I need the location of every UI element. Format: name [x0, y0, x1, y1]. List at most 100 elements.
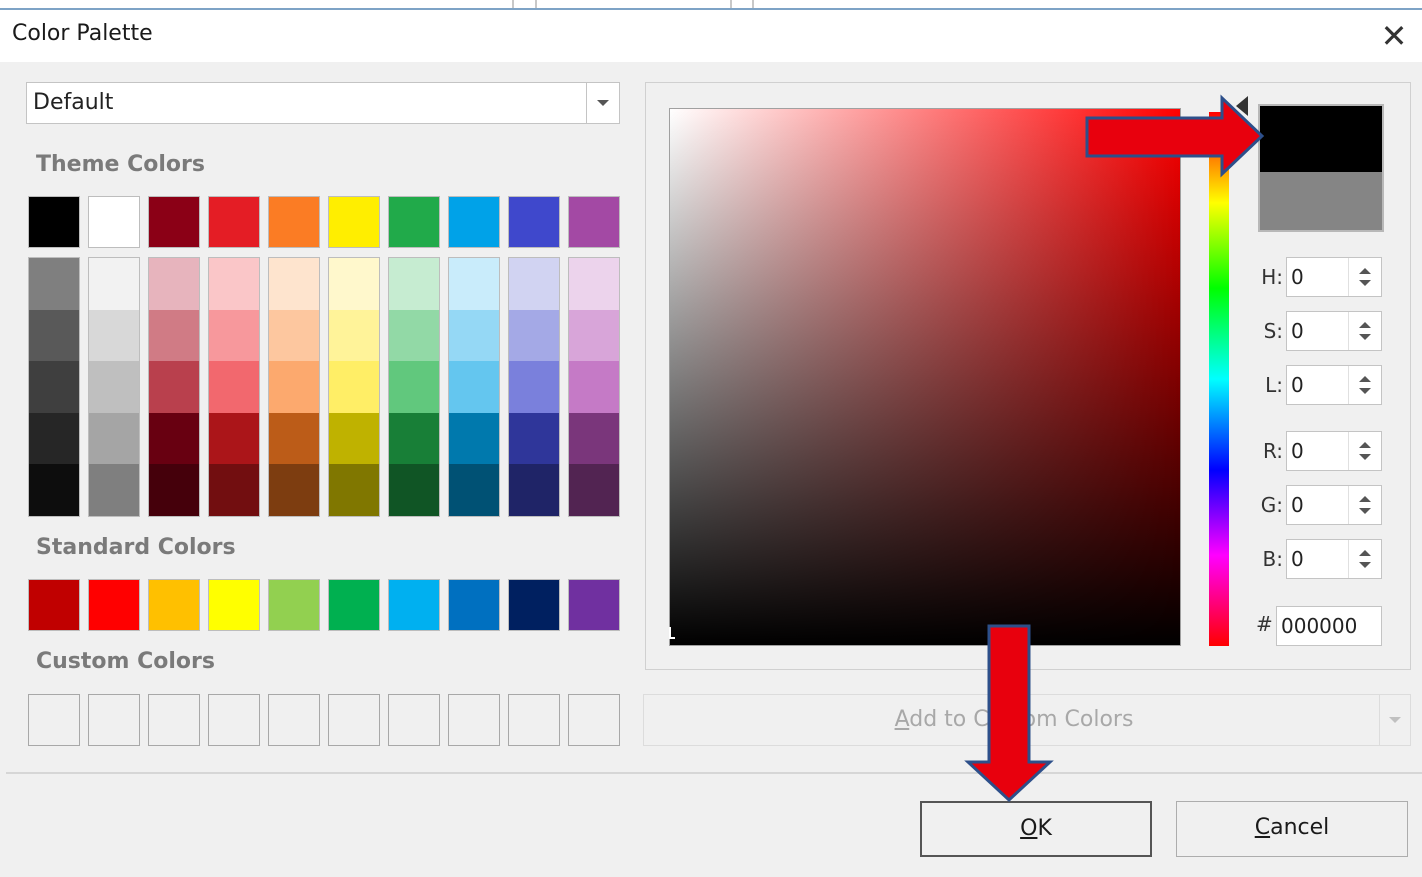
spin-down-icon[interactable] — [1359, 508, 1371, 514]
theme-color-swatch[interactable] — [388, 196, 440, 248]
standard-color-swatch[interactable] — [268, 579, 320, 631]
standard-color-swatch[interactable] — [28, 579, 80, 631]
spinner-arrows-icon[interactable] — [1348, 540, 1381, 578]
custom-color-slot[interactable] — [328, 694, 380, 746]
spin-up-icon[interactable] — [1359, 376, 1371, 382]
theme-shade-swatch[interactable] — [29, 361, 79, 413]
value-spinner[interactable]: 0 — [1286, 431, 1382, 471]
custom-color-slot[interactable] — [28, 694, 80, 746]
theme-shade-swatch[interactable] — [329, 412, 379, 465]
close-button[interactable]: ✕ — [1372, 14, 1416, 58]
standard-color-swatch[interactable] — [328, 579, 380, 631]
add-to-custom-colors-button[interactable]: Add to Custom Colors — [643, 694, 1411, 746]
theme-shade-swatch[interactable] — [509, 258, 559, 310]
theme-shade-swatch[interactable] — [89, 309, 139, 362]
theme-shade-swatch[interactable] — [509, 412, 559, 465]
theme-shade-swatch[interactable] — [389, 412, 439, 465]
theme-shade-swatch[interactable] — [89, 464, 139, 516]
standard-color-swatch[interactable] — [388, 579, 440, 631]
spin-down-icon[interactable] — [1359, 280, 1371, 286]
theme-shade-swatch[interactable] — [209, 361, 259, 413]
spin-up-icon[interactable] — [1359, 268, 1371, 274]
standard-color-swatch[interactable] — [148, 579, 200, 631]
theme-shade-swatch[interactable] — [269, 309, 319, 362]
custom-color-slot[interactable] — [208, 694, 260, 746]
theme-shade-swatch[interactable] — [149, 309, 199, 362]
spin-up-icon[interactable] — [1359, 442, 1371, 448]
chevron-down-icon[interactable] — [586, 83, 619, 123]
hex-input[interactable]: 000000 — [1276, 606, 1382, 646]
sv-cursor[interactable] — [669, 627, 675, 639]
theme-shade-swatch[interactable] — [509, 309, 559, 362]
theme-color-swatch[interactable] — [568, 196, 620, 248]
theme-shade-swatch[interactable] — [389, 464, 439, 516]
theme-shade-swatch[interactable] — [329, 361, 379, 413]
standard-color-swatch[interactable] — [448, 579, 500, 631]
theme-shade-swatch[interactable] — [329, 258, 379, 310]
custom-color-slot[interactable] — [388, 694, 440, 746]
theme-color-swatch[interactable] — [208, 196, 260, 248]
theme-shade-swatch[interactable] — [209, 309, 259, 362]
value-spinner[interactable]: 0 — [1286, 485, 1382, 525]
palette-select[interactable]: Default — [26, 82, 620, 124]
theme-shade-swatch[interactable] — [389, 258, 439, 310]
theme-shade-swatch[interactable] — [569, 412, 619, 465]
theme-color-swatch[interactable] — [88, 196, 140, 248]
value-spinner[interactable]: 0 — [1286, 365, 1382, 405]
spinner-arrows-icon[interactable] — [1348, 432, 1381, 470]
theme-shade-swatch[interactable] — [29, 464, 79, 516]
spin-down-icon[interactable] — [1359, 334, 1371, 340]
spinner-arrows-icon[interactable] — [1348, 366, 1381, 404]
saturation-value-square[interactable] — [669, 108, 1181, 646]
theme-shade-swatch[interactable] — [29, 412, 79, 465]
theme-shade-swatch[interactable] — [389, 361, 439, 413]
theme-shade-swatch[interactable] — [149, 464, 199, 516]
theme-shade-swatch[interactable] — [89, 412, 139, 465]
theme-shade-swatch[interactable] — [569, 258, 619, 310]
theme-shade-swatch[interactable] — [569, 464, 619, 516]
theme-shade-swatch[interactable] — [569, 309, 619, 362]
spinner-arrows-icon[interactable] — [1348, 312, 1381, 350]
theme-shade-swatch[interactable] — [149, 258, 199, 310]
theme-shade-swatch[interactable] — [269, 361, 319, 413]
theme-shade-swatch[interactable] — [509, 361, 559, 413]
theme-shade-swatch[interactable] — [149, 361, 199, 413]
theme-shade-swatch[interactable] — [569, 361, 619, 413]
theme-color-swatch[interactable] — [28, 196, 80, 248]
spinner-arrows-icon[interactable] — [1348, 486, 1381, 524]
theme-shade-swatch[interactable] — [449, 309, 499, 362]
standard-color-swatch[interactable] — [568, 579, 620, 631]
theme-shade-swatch[interactable] — [389, 309, 439, 362]
theme-shade-swatch[interactable] — [29, 309, 79, 362]
standard-color-swatch[interactable] — [208, 579, 260, 631]
theme-color-swatch[interactable] — [508, 196, 560, 248]
spin-down-icon[interactable] — [1359, 454, 1371, 460]
custom-color-slot[interactable] — [568, 694, 620, 746]
theme-color-swatch[interactable] — [328, 196, 380, 248]
spinner-arrows-icon[interactable] — [1348, 258, 1381, 296]
spin-down-icon[interactable] — [1359, 562, 1371, 568]
theme-shade-swatch[interactable] — [449, 258, 499, 310]
theme-shade-swatch[interactable] — [449, 412, 499, 465]
ok-button[interactable]: OK — [920, 801, 1152, 857]
theme-shade-swatch[interactable] — [89, 258, 139, 310]
theme-shade-swatch[interactable] — [329, 309, 379, 362]
theme-color-swatch[interactable] — [448, 196, 500, 248]
theme-shade-swatch[interactable] — [209, 412, 259, 465]
hue-slider[interactable] — [1209, 112, 1229, 646]
spin-down-icon[interactable] — [1359, 388, 1371, 394]
theme-shade-swatch[interactable] — [89, 361, 139, 413]
cancel-button[interactable]: Cancel — [1176, 801, 1408, 857]
spin-up-icon[interactable] — [1359, 496, 1371, 502]
theme-color-swatch[interactable] — [148, 196, 200, 248]
value-spinner[interactable]: 0 — [1286, 539, 1382, 579]
theme-shade-swatch[interactable] — [509, 464, 559, 516]
spin-up-icon[interactable] — [1359, 322, 1371, 328]
custom-color-slot[interactable] — [448, 694, 500, 746]
theme-color-swatch[interactable] — [268, 196, 320, 248]
theme-shade-swatch[interactable] — [269, 258, 319, 310]
standard-color-swatch[interactable] — [508, 579, 560, 631]
value-spinner[interactable]: 0 — [1286, 311, 1382, 351]
theme-shade-swatch[interactable] — [209, 464, 259, 516]
custom-color-slot[interactable] — [148, 694, 200, 746]
